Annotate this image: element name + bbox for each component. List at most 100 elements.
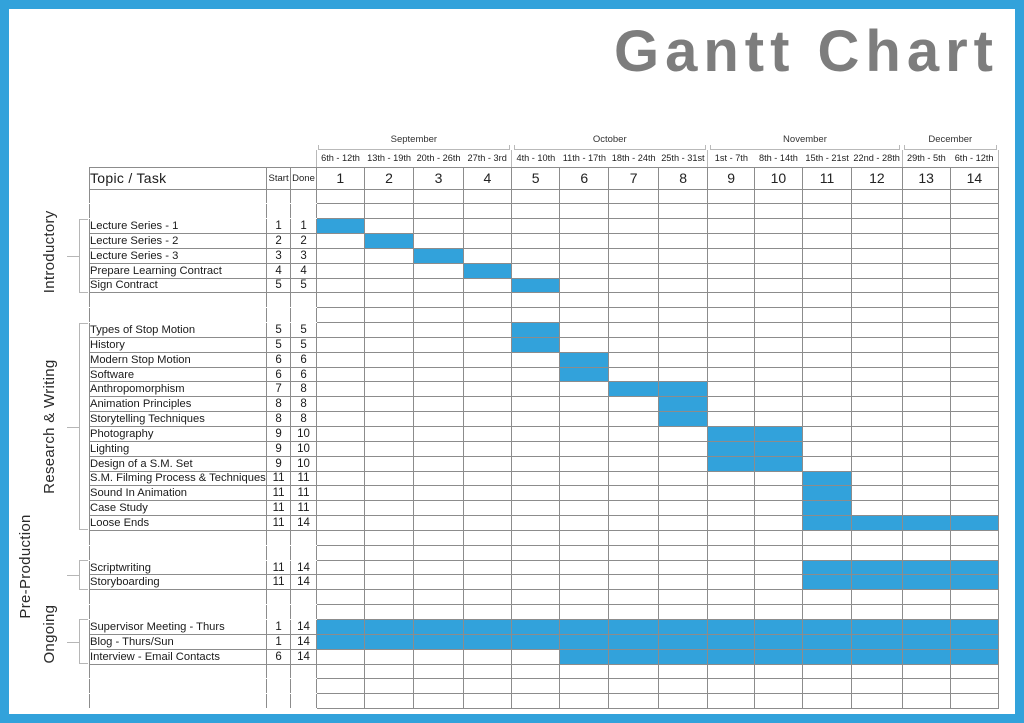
task-name-cell: Lecture Series - 3 (89, 247, 267, 264)
table-row[interactable]: Software 6 6 (89, 366, 1000, 383)
week-cell (413, 277, 464, 294)
spacer-week-cell (363, 188, 415, 205)
task-start-cell: 9 (265, 426, 292, 442)
task-bar-segment (753, 648, 803, 665)
week-cell (753, 515, 803, 531)
task-start-cell: 3 (265, 247, 292, 264)
task-name-label: Sign Contract (90, 279, 158, 292)
week-cell (608, 515, 659, 531)
spacer-task-cell (89, 530, 267, 546)
spacer-week-cell (462, 693, 513, 710)
task-bar-segment (608, 633, 659, 650)
header-week-number: 11 (801, 166, 853, 190)
task-name-label: Photography (90, 427, 154, 440)
week-cell (511, 262, 561, 279)
table-row[interactable]: Anthropomorphism 7 8 (89, 381, 1000, 398)
group-bracket-tick (67, 641, 79, 643)
spacer-week-cell (801, 693, 853, 710)
task-name-cell: Lighting (89, 440, 267, 457)
month-label: September (390, 134, 438, 145)
week-date-cell: 4th - 10th (511, 150, 560, 168)
week-cell (707, 485, 755, 502)
table-row[interactable]: Photography 9 10 (89, 426, 1000, 442)
table-row[interactable]: Lighting 9 10 (89, 440, 1000, 457)
table-row[interactable]: Lecture Series - 1 11 (89, 218, 1000, 235)
week-cell (707, 411, 755, 427)
spacer-week-cell (413, 604, 464, 620)
spacer-week-cell (753, 604, 803, 620)
table-row[interactable]: Sign Contract 5 5 (89, 277, 1000, 294)
spacer-week-cell (363, 292, 415, 309)
task-name-label: Lecture Series - 2 (90, 234, 179, 247)
spacer-week-cell (707, 544, 755, 561)
task-start-cell: 8 (265, 411, 292, 427)
spacer-row (89, 307, 1000, 324)
week-cell (901, 247, 951, 264)
table-row[interactable]: Modern Stop Motion 6 6 (89, 351, 1000, 368)
table-row[interactable]: Storytelling Techniques 8 8 (89, 411, 1000, 427)
spacer-week-cell (559, 529, 610, 546)
spacer-week-cell (851, 188, 903, 205)
table-row[interactable]: Types of Stop Motion 5 5 (89, 322, 1000, 338)
task-start-cell: 8 (265, 396, 292, 413)
week-cell (315, 322, 365, 338)
spacer-week-cell (753, 544, 803, 561)
task-bar-segment (363, 233, 415, 249)
table-row[interactable]: Prepare Learning Contract 4 4 (89, 262, 1000, 279)
spacer-week-cell (413, 678, 464, 695)
task-bar-segment (657, 618, 709, 635)
table-row[interactable]: History 5 5 (89, 336, 1000, 353)
table-row[interactable]: Lecture Series - 3 33 (89, 247, 1000, 264)
task-done-cell: 10 (290, 426, 317, 442)
task-bar-segment (949, 648, 1000, 665)
week-cell (413, 262, 464, 279)
spacer-week-cell (511, 529, 561, 546)
week-cell (657, 247, 709, 264)
week-cell (608, 262, 659, 279)
spacer-week-cell (657, 188, 709, 205)
week-cell (851, 455, 903, 472)
spacer-week-cell (949, 292, 1000, 309)
task-done-cell: 14 (290, 648, 317, 665)
table-row[interactable]: Design of a S.M. Set 9 10 (89, 455, 1000, 472)
table-row[interactable]: Supervisor Meeting - Thurs 1 14 (89, 618, 1000, 635)
table-row[interactable]: Lecture Series - 2 22 (89, 233, 1000, 249)
week-cell (949, 455, 1000, 472)
table-row[interactable]: Animation Principles 8 8 (89, 396, 1000, 413)
week-cell (315, 411, 365, 427)
week-cell (462, 440, 513, 457)
table-row[interactable]: Interview - Email Contacts 6 14 (89, 648, 1000, 665)
table-row[interactable]: Loose Ends 11 14 (89, 515, 1000, 531)
header-week-number: 9 (707, 166, 755, 190)
task-name-cell: Modern Stop Motion (89, 351, 267, 368)
week-cell (462, 648, 513, 665)
week-cell (707, 470, 755, 487)
week-cell (363, 366, 415, 383)
week-cell (753, 247, 803, 264)
spacer-week-cell (559, 663, 610, 680)
week-cell (363, 426, 415, 442)
week-cell (511, 559, 561, 576)
week-cell (949, 396, 1000, 413)
task-bar-segment (949, 559, 1000, 576)
table-row[interactable]: Case Study 11 11 (89, 500, 1000, 517)
week-cell (413, 381, 464, 398)
week-date-cell: 29th - 5th (901, 150, 951, 168)
table-row[interactable]: Storyboarding 11 14 (89, 574, 1000, 591)
task-start-cell: 5 (265, 322, 292, 338)
week-cell (315, 515, 365, 531)
week-cell (559, 336, 610, 353)
task-bar-segment (851, 574, 903, 591)
header-week-number: 5 (511, 166, 561, 190)
table-row[interactable]: Scriptwriting 11 14 (89, 559, 1000, 576)
spacer-week-cell (707, 203, 755, 220)
table-row[interactable]: Sound In Animation 11 11 (89, 485, 1000, 502)
task-bar-segment (801, 515, 853, 531)
task-name-label: Types of Stop Motion (90, 324, 196, 337)
task-bar-segment (707, 618, 755, 635)
table-row[interactable]: S.M. Filming Process & Techniques 11 11 (89, 470, 1000, 487)
spacer-start-cell (265, 189, 292, 205)
task-bar-segment (851, 618, 903, 635)
table-row[interactable]: Blog - Thurs/Sun 1 14 (89, 633, 1000, 650)
week-cell (657, 218, 709, 235)
